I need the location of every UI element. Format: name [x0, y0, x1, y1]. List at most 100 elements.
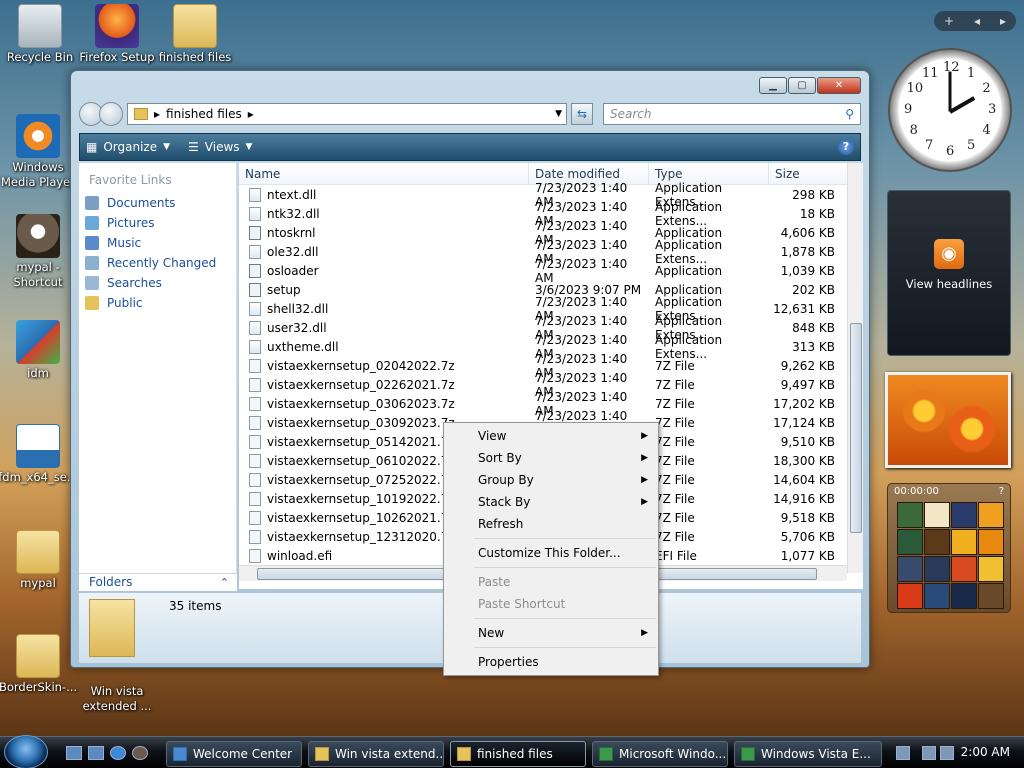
- start-button[interactable]: [4, 735, 48, 768]
- maximize-button[interactable]: ▢: [788, 77, 816, 94]
- file-row[interactable]: osloader 7/23/2023 1:40 AM Application 1,03…: [239, 257, 863, 285]
- puzzle-tile[interactable]: [951, 529, 977, 555]
- taskbar-button[interactable]: Welcome Center: [166, 741, 302, 767]
- puzzle-tile[interactable]: [951, 583, 977, 609]
- puzzle-help-button[interactable]: ?: [999, 486, 1004, 498]
- file-name-cell[interactable]: setup: [239, 282, 529, 297]
- puzzle-tile[interactable]: [924, 502, 950, 528]
- column-header-size[interactable]: Size: [769, 163, 849, 184]
- favorite-link-music[interactable]: Music: [79, 233, 236, 253]
- refresh-icon[interactable]: ⇆: [571, 103, 593, 125]
- minimize-button[interactable]: ▁: [759, 77, 787, 94]
- context-menu[interactable]: View ▶ Sort By ▶ Group By ▶ Stack By ▶ Refresh Cu…: [443, 422, 659, 676]
- close-button[interactable]: ✕: [817, 77, 861, 94]
- taskbar-button[interactable]: Microsoft Windo...: [592, 741, 728, 767]
- puzzle-grid[interactable]: [897, 502, 1010, 609]
- puzzle-tile[interactable]: [924, 529, 950, 555]
- menu-item-view[interactable]: View ▶: [444, 425, 658, 447]
- puzzle-tile[interactable]: [978, 556, 1004, 582]
- menu-item-refresh[interactable]: Refresh: [444, 513, 658, 535]
- taskbar-button[interactable]: finished files: [450, 741, 586, 767]
- taskbar-clock[interactable]: 2:00 AM: [961, 745, 1010, 759]
- file-name-cell[interactable]: user32.dll: [239, 320, 529, 335]
- show-desktop-icon[interactable]: [66, 746, 82, 760]
- help-button[interactable]: ?: [838, 139, 854, 155]
- desktop-icon-win-vista-extended[interactable]: Win vista extended ...: [77, 668, 157, 714]
- folders-toggle[interactable]: Folders ⌃: [79, 573, 237, 591]
- address-dropdown-icon[interactable]: ▼: [555, 109, 562, 119]
- desktop-icon-recycle-bin[interactable]: Recycle Bin: [0, 4, 80, 65]
- desktop-icon-media-player[interactable]: Windows Media Player: [0, 114, 78, 190]
- puzzle-tile[interactable]: [897, 502, 923, 528]
- desktop-icon-firefox-setup[interactable]: Firefox Setup: [77, 4, 157, 65]
- clock-gadget[interactable]: 12 1 2 3 4 5 6 7 8 9 10 11: [888, 48, 1012, 172]
- volume-icon[interactable]: [940, 746, 954, 760]
- network-icon[interactable]: [896, 746, 910, 760]
- slideshow-gadget[interactable]: [885, 372, 1011, 468]
- menu-item-group-by[interactable]: Group By ▶: [444, 469, 658, 491]
- views-button[interactable]: ☰ Views ▼: [188, 140, 252, 154]
- next-gadgets-button[interactable]: ▸: [1000, 14, 1006, 28]
- column-header-name[interactable]: Name: [239, 163, 529, 184]
- favorite-link-documents[interactable]: Documents: [79, 193, 236, 213]
- address-bar[interactable]: ▸ finished files ▸ ▼: [127, 103, 567, 125]
- add-gadget-button[interactable]: +: [944, 14, 954, 28]
- display-icon[interactable]: [922, 746, 936, 760]
- switch-windows-icon[interactable]: [88, 746, 104, 760]
- menu-item-stack-by[interactable]: Stack By ▶: [444, 491, 658, 513]
- favorite-link-searches[interactable]: Searches: [79, 273, 236, 293]
- favorite-link-pictures[interactable]: Pictures: [79, 213, 236, 233]
- previous-gadgets-button[interactable]: ◂: [974, 14, 980, 28]
- puzzle-tile[interactable]: [978, 583, 1004, 609]
- menu-item-properties[interactable]: Properties: [444, 651, 658, 673]
- puzzle-tile[interactable]: [978, 529, 1004, 555]
- folder-icon: [173, 4, 217, 48]
- address-separator[interactable]: ▸: [248, 107, 254, 121]
- file-name-cell[interactable]: ntoskrnl: [239, 225, 529, 240]
- puzzle-tile[interactable]: [897, 556, 923, 582]
- favorite-link-public[interactable]: Public: [79, 293, 236, 313]
- file-name-cell[interactable]: shell32.dll: [239, 301, 529, 316]
- puzzle-tile[interactable]: [897, 583, 923, 609]
- puzzle-tile[interactable]: [978, 502, 1004, 528]
- view-headlines-label[interactable]: View headlines: [888, 277, 1010, 291]
- download-icon: [16, 424, 60, 468]
- file-name-cell[interactable]: vistaexkernsetup_03062023.7z: [239, 396, 529, 411]
- feed-headlines-gadget[interactable]: ◉ View headlines: [887, 190, 1011, 356]
- taskbar-button[interactable]: Windows Vista E...: [734, 741, 882, 767]
- file-name-cell[interactable]: vistaexkernsetup_02262021.7z: [239, 377, 529, 392]
- file-name-cell[interactable]: uxtheme.dll: [239, 339, 529, 354]
- puzzle-tile[interactable]: [924, 556, 950, 582]
- internet-explorer-icon[interactable]: [110, 746, 126, 760]
- vertical-scrollbar[interactable]: [847, 163, 863, 573]
- puzzle-tile[interactable]: [951, 502, 977, 528]
- search-input[interactable]: Search ⚲: [603, 103, 861, 125]
- menu-item-customize-this-folder[interactable]: Customize This Folder...: [444, 542, 658, 564]
- desktop-icon-borderskin[interactable]: BorderSkin-...: [0, 634, 78, 695]
- desktop-icon-mypal[interactable]: mypal: [0, 530, 78, 591]
- file-name-cell[interactable]: ntk32.dll: [239, 206, 529, 221]
- forward-button[interactable]: [99, 102, 123, 126]
- puzzle-tile[interactable]: [951, 556, 977, 582]
- menu-item-new[interactable]: New ▶: [444, 622, 658, 644]
- desktop-icon-idm[interactable]: idm: [0, 320, 78, 381]
- desktop-icon-finished-files[interactable]: finished files: [155, 4, 235, 65]
- menu-item-sort-by[interactable]: Sort By ▶: [444, 447, 658, 469]
- raccoon-icon[interactable]: [132, 746, 148, 760]
- scrollbar-thumb[interactable]: [850, 323, 862, 533]
- desktop-icon-fdm[interactable]: fdm_x64_se...: [0, 424, 78, 485]
- address-separator[interactable]: ▸: [154, 107, 160, 121]
- file-name-cell[interactable]: vistaexkernsetup_02042022.7z: [239, 358, 529, 373]
- picture-puzzle-gadget[interactable]: 00:00:00 ?: [887, 483, 1011, 613]
- file-name-cell[interactable]: ole32.dll: [239, 244, 529, 259]
- search-icon[interactable]: ⚲: [845, 107, 854, 121]
- file-name-cell[interactable]: osloader: [239, 263, 529, 278]
- organize-button[interactable]: ▦ Organize ▼: [86, 140, 170, 154]
- taskbar-button[interactable]: Win vista extend...: [308, 741, 444, 767]
- file-name-cell[interactable]: ntext.dll: [239, 187, 529, 202]
- desktop-icon-mypal-shortcut[interactable]: mypal - Shortcut: [0, 214, 78, 290]
- favorite-link-recently-changed[interactable]: Recently Changed: [79, 253, 236, 273]
- address-segment-finished-files[interactable]: finished files: [166, 107, 242, 121]
- puzzle-tile[interactable]: [897, 529, 923, 555]
- puzzle-tile[interactable]: [924, 583, 950, 609]
